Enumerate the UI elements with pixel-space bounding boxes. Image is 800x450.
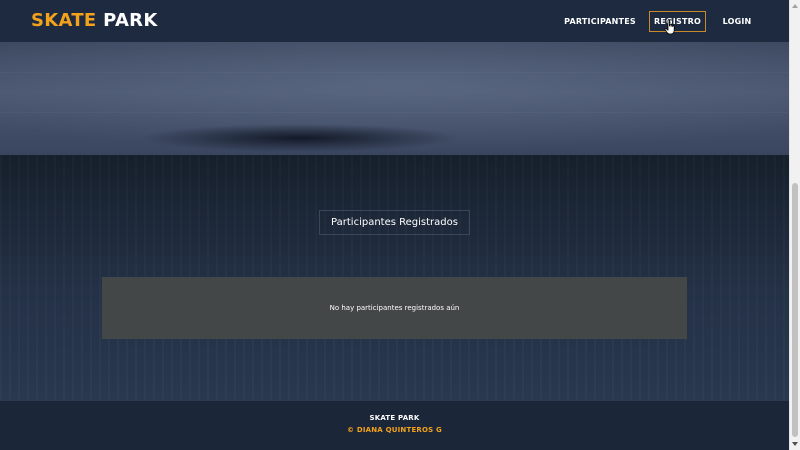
empty-participants-box: No hay participantes registrados aún <box>102 277 687 339</box>
footer-credit: © DIANA QUINTEROS G <box>346 426 442 434</box>
brand-primary: SKATE <box>31 10 97 31</box>
nav-participantes-link[interactable]: PARTICIPANTES <box>562 11 638 32</box>
hero-banner <box>0 42 789 155</box>
scrollbar-thumb[interactable] <box>792 183 798 437</box>
scroll-up-arrow-icon[interactable] <box>792 4 798 8</box>
hero-texture <box>0 72 789 73</box>
footer-title: SKATE PARK <box>369 414 420 422</box>
hero-texture <box>0 112 789 113</box>
scroll-down-arrow-icon[interactable] <box>792 442 798 446</box>
empty-message: No hay participantes registrados aún <box>329 304 460 312</box>
brand-secondary: PARK <box>103 10 158 31</box>
nav-login-link[interactable]: LOGIN <box>720 11 754 32</box>
section-title: Participantes Registrados <box>319 210 470 235</box>
page: SKATE PARK PARTICIPANTES REGISTRO LOGIN … <box>0 0 800 450</box>
participants-section: Participantes Registrados No hay partici… <box>0 155 789 401</box>
hand-pointer-icon <box>664 19 675 35</box>
brand-logo[interactable]: SKATE PARK <box>31 10 158 32</box>
vertical-scrollbar[interactable] <box>789 0 800 450</box>
footer: SKATE PARK © DIANA QUINTEROS G <box>0 401 789 450</box>
nav-registro-link[interactable]: REGISTRO <box>649 11 706 32</box>
